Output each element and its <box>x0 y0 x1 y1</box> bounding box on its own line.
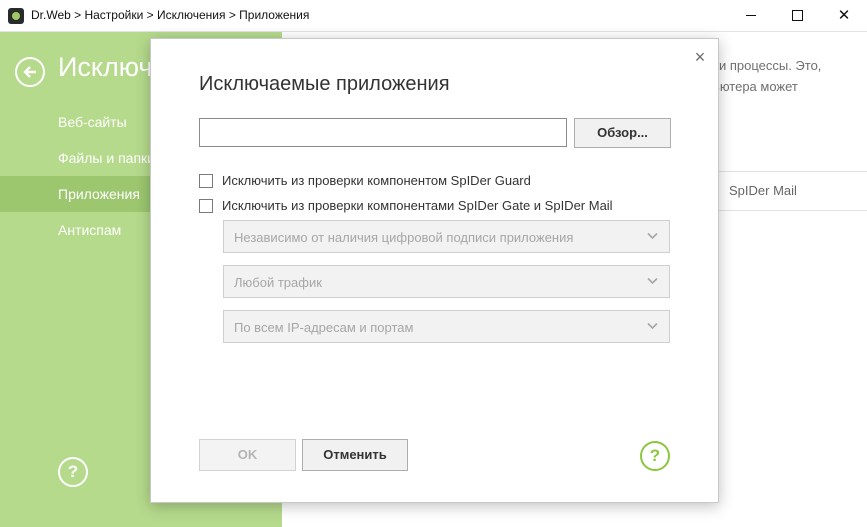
browse-button[interactable]: Обзор... <box>574 118 671 148</box>
chevron-down-icon <box>647 232 658 240</box>
column-header-spider-mail[interactable]: SpIDer Mail <box>729 183 797 198</box>
maximize-button[interactable] <box>775 0 821 31</box>
minimize-icon <box>746 15 756 16</box>
signature-select[interactable]: Независимо от наличия цифровой подписи п… <box>223 220 670 253</box>
chevron-down-icon <box>647 277 658 285</box>
window-title: Dr.Web > Настройки > Исключения > Прилож… <box>31 8 310 22</box>
dialog-close-icon[interactable]: × <box>692 48 708 66</box>
exclude-apps-dialog: × Исключаемые приложения Обзор... Исключ… <box>150 38 719 503</box>
minimize-button[interactable] <box>729 0 775 31</box>
window-close-button[interactable]: ✕ <box>821 0 867 31</box>
back-arrow-icon[interactable] <box>15 57 45 87</box>
ok-button[interactable]: OK <box>199 439 296 471</box>
cancel-button[interactable]: Отменить <box>302 439 408 471</box>
spider-guard-label: Исключить из проверки компонентом SpIDer… <box>222 173 531 188</box>
traffic-select-value: Любой трафик <box>234 275 322 290</box>
description-line: пьютера может <box>706 79 798 94</box>
traffic-select[interactable]: Любой трафик <box>223 265 670 298</box>
spider-guard-checkbox[interactable] <box>199 174 213 188</box>
help-icon[interactable]: ? <box>640 441 670 471</box>
maximize-icon <box>792 10 803 21</box>
dialog-title: Исключаемые приложения <box>199 73 450 95</box>
title-bar: Dr.Web > Настройки > Исключения > Прилож… <box>0 0 867 32</box>
page-description: ы и процессы. Это, пьютера может <box>706 55 866 97</box>
app-path-input[interactable] <box>199 118 567 147</box>
help-icon[interactable]: ? <box>58 457 88 487</box>
spider-gate-mail-label: Исключить из проверки компонентами SpIDe… <box>222 198 613 213</box>
table-header: SpIDer Mail <box>707 171 867 211</box>
chevron-down-icon <box>647 322 658 330</box>
description-line: ы и процессы. Это, <box>706 58 822 73</box>
spider-gate-mail-checkbox[interactable] <box>199 199 213 213</box>
signature-select-value: Независимо от наличия цифровой подписи п… <box>234 230 574 245</box>
addresses-select[interactable]: По всем IP-адресам и портам <box>223 310 670 343</box>
drweb-logo-icon <box>8 8 24 24</box>
addresses-select-value: По всем IP-адресам и портам <box>234 320 414 335</box>
